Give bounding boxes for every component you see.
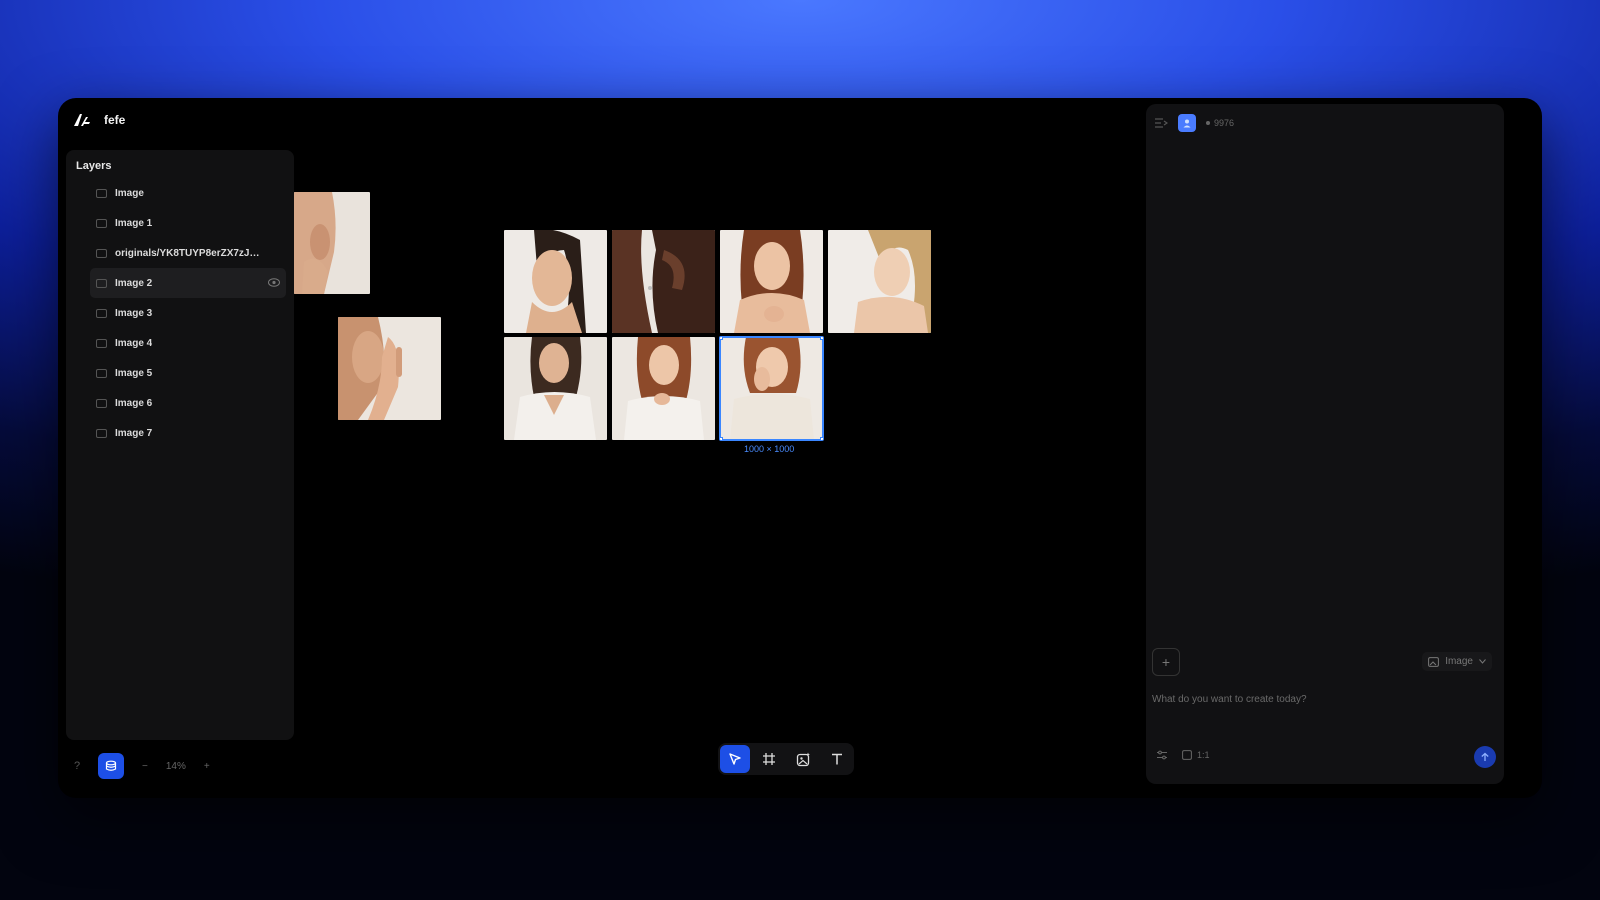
image-icon (96, 428, 107, 438)
text-tool[interactable] (822, 745, 852, 773)
app-window: fefe Layers Image Image 1 originals/YK8T… (58, 98, 1542, 798)
help-button[interactable]: ? (66, 755, 88, 777)
canvas-image[interactable] (828, 230, 931, 333)
canvas-image[interactable] (294, 192, 370, 294)
image-icon (96, 218, 107, 228)
layer-label: Image (115, 187, 144, 199)
aspect-ratio-label: 1:1 (1197, 750, 1210, 760)
resize-handle[interactable] (820, 437, 823, 440)
app-logo-icon[interactable] (72, 112, 92, 128)
avatar[interactable] (1178, 114, 1196, 132)
image-icon (96, 278, 107, 288)
arrow-up-icon (1481, 752, 1489, 761)
image-icon (96, 188, 107, 198)
layer-label: Image 1 (115, 217, 153, 229)
image-icon (96, 248, 107, 258)
layers-panel: Layers Image Image 1 originals/YK8TUYP8e… (66, 150, 294, 740)
top-bar: fefe (58, 98, 1168, 142)
layer-label: Image 5 (115, 367, 153, 379)
image-generate-tool[interactable] (788, 745, 818, 773)
canvas-image-selected[interactable] (719, 336, 824, 441)
chat-panel: 9976 + Image 1:1 (1146, 104, 1504, 784)
chevron-down-icon (1479, 659, 1486, 664)
chat-header: 9976 (1154, 114, 1234, 132)
layer-item[interactable]: Image 5 (90, 358, 286, 388)
zoom-in-button[interactable]: + (204, 761, 210, 772)
credits-badge: 9976 (1206, 118, 1234, 128)
aspect-ratio-select[interactable]: 1:1 (1182, 750, 1210, 760)
mode-select[interactable]: Image (1422, 652, 1492, 671)
zoom-control: − 14% + (142, 761, 210, 772)
database-icon (105, 760, 117, 771)
image-icon (96, 368, 107, 378)
chat-footer: 1:1 (1156, 750, 1210, 760)
canvas-image[interactable] (720, 230, 823, 333)
database-button[interactable] (98, 753, 124, 779)
frame-icon (763, 753, 775, 765)
layer-item[interactable]: Image 6 (90, 388, 286, 418)
canvas-image[interactable] (612, 230, 715, 333)
image-icon (96, 308, 107, 318)
text-icon (832, 753, 842, 765)
layer-list: Image Image 1 originals/YK8TUYP8erZX7zJE… (90, 178, 286, 448)
layer-item[interactable]: Image (90, 178, 286, 208)
prompt-input[interactable] (1152, 694, 1492, 705)
layer-label: originals/YK8TUYP8erZX7zJEG... (115, 247, 265, 259)
layer-item[interactable]: Image 7 (90, 418, 286, 448)
layer-item[interactable]: Image 3 (90, 298, 286, 328)
zoom-level[interactable]: 14% (166, 761, 186, 772)
image-icon (1428, 656, 1440, 667)
resize-handle[interactable] (720, 337, 723, 340)
sidebar-toggle-icon[interactable] (1154, 118, 1168, 128)
image-sparkle-icon (796, 752, 810, 766)
credit-dot-icon (1206, 121, 1210, 125)
canvas-image[interactable] (504, 230, 607, 333)
eye-icon[interactable] (268, 278, 280, 287)
send-button[interactable] (1474, 746, 1496, 768)
select-tool[interactable] (720, 745, 750, 773)
selection-size-label: 1000 × 1000 (744, 444, 795, 454)
layer-label: Image 6 (115, 397, 153, 409)
canvas-image[interactable] (612, 337, 715, 440)
square-icon (1182, 750, 1192, 760)
layer-label: Image 7 (115, 427, 153, 439)
resize-handle[interactable] (720, 437, 723, 440)
canvas[interactable]: 1000 × 1000 (294, 142, 1144, 742)
layer-item[interactable]: Image 4 (90, 328, 286, 358)
project-name[interactable]: fefe (104, 113, 125, 127)
canvas-image[interactable] (338, 317, 441, 420)
resize-handle[interactable] (820, 337, 823, 340)
layer-label: Image 4 (115, 337, 153, 349)
layers-title: Layers (76, 160, 112, 172)
image-icon (96, 398, 107, 408)
layer-item[interactable]: originals/YK8TUYP8erZX7zJEG... (90, 238, 286, 268)
bottom-controls: ? − 14% + (66, 753, 210, 779)
layer-item[interactable]: Image 1 (90, 208, 286, 238)
image-icon (96, 338, 107, 348)
zoom-out-button[interactable]: − (142, 761, 148, 772)
mode-label: Image (1445, 656, 1473, 667)
cursor-icon (729, 753, 741, 765)
layer-item-active[interactable]: Image 2 (90, 268, 286, 298)
credits-count: 9976 (1214, 118, 1235, 128)
layer-label: Image 3 (115, 307, 153, 319)
canvas-image[interactable] (504, 337, 607, 440)
settings-sliders-icon[interactable] (1156, 750, 1168, 760)
layer-label: Image 2 (115, 277, 153, 289)
user-icon (1183, 119, 1191, 128)
add-attachment-button[interactable]: + (1152, 648, 1180, 676)
plus-icon: + (1161, 654, 1171, 670)
bottom-toolbar (718, 743, 854, 775)
frame-tool[interactable] (754, 745, 784, 773)
